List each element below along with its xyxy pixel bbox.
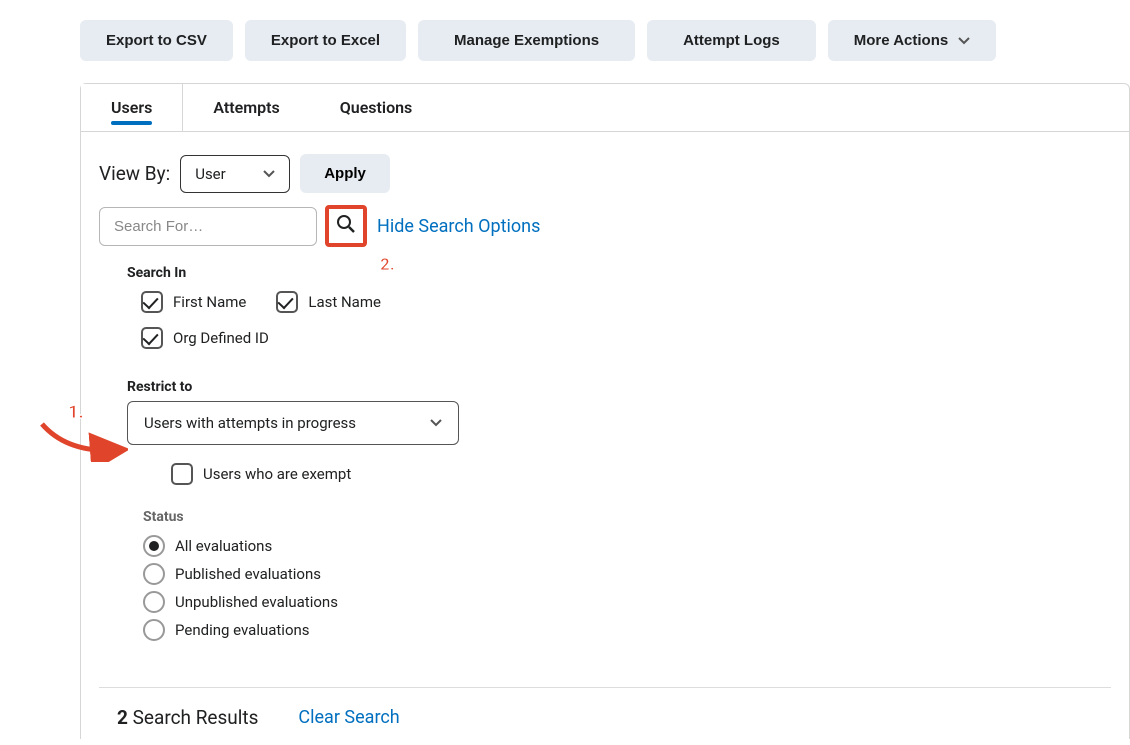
- radio-pending-label: Pending evaluations: [175, 621, 310, 639]
- results-count-label: Search Results: [133, 706, 259, 729]
- radio-published[interactable]: Published evaluations: [143, 563, 1111, 585]
- view-by-selected: User: [195, 165, 226, 183]
- check-last-name-label: Last Name: [308, 293, 381, 311]
- search-icon: [336, 214, 356, 238]
- check-first-name-label: First Name: [173, 293, 246, 311]
- search-row: Hide Search Options: [99, 205, 1111, 247]
- radio-icon: [143, 591, 165, 613]
- checkbox-icon: [171, 463, 193, 485]
- view-by-row: View By: User Apply: [99, 154, 1111, 193]
- results-count: 2 Search Results: [117, 706, 258, 729]
- annotation-2-label: 2.: [380, 255, 395, 275]
- radio-all[interactable]: All evaluations: [143, 535, 1111, 557]
- tab-attempts[interactable]: Attempts: [183, 84, 309, 131]
- exempt-row: Users who are exempt: [171, 463, 1111, 485]
- check-exempt-label: Users who are exempt: [203, 465, 351, 483]
- search-input[interactable]: [99, 207, 317, 246]
- tab-questions[interactable]: Questions: [310, 84, 443, 131]
- more-actions-button[interactable]: More Actions: [828, 20, 996, 61]
- chevron-down-icon: [430, 419, 442, 427]
- restrict-to-selected: Users with attempts in progress: [144, 414, 356, 432]
- tab-users[interactable]: Users: [81, 84, 183, 131]
- restrict-block: Restrict to Users with attempts in progr…: [127, 379, 1111, 641]
- checkbox-icon: [141, 327, 163, 349]
- radio-all-label: All evaluations: [175, 537, 272, 555]
- check-last-name[interactable]: Last Name: [276, 291, 381, 313]
- chevron-down-icon: [263, 170, 275, 178]
- search-in-checks-row1: First Name Last Name: [141, 291, 1111, 313]
- radio-published-label: Published evaluations: [175, 565, 321, 583]
- status-label: Status: [143, 509, 1111, 525]
- check-org-id[interactable]: Org Defined ID: [141, 327, 269, 349]
- radio-unpublished-label: Unpublished evaluations: [175, 593, 338, 611]
- radio-icon: [143, 619, 165, 641]
- radio-pending[interactable]: Pending evaluations: [143, 619, 1111, 641]
- checkbox-icon: [276, 291, 298, 313]
- action-toolbar: Export to CSV Export to Excel Manage Exe…: [80, 20, 1130, 61]
- manage-exemptions-button[interactable]: Manage Exemptions: [418, 20, 635, 61]
- more-actions-label: More Actions: [854, 32, 948, 49]
- search-in-label: Search In: [127, 265, 1111, 281]
- chevron-down-icon: [958, 37, 970, 45]
- radio-icon: [143, 563, 165, 585]
- tabs-container: Users Attempts Questions View By: User A…: [80, 83, 1130, 739]
- restrict-to-select[interactable]: Users with attempts in progress: [127, 401, 459, 445]
- view-by-label: View By:: [99, 162, 170, 185]
- results-bar: 2 Search Results Clear Search: [99, 687, 1111, 729]
- checkbox-icon: [141, 291, 163, 313]
- annotation-arrow-icon: [38, 420, 128, 462]
- clear-search-link[interactable]: Clear Search: [298, 707, 399, 728]
- apply-button[interactable]: Apply: [300, 154, 390, 193]
- status-block: Status All evaluations Published evaluat…: [143, 509, 1111, 641]
- tabs-body: View By: User Apply Hide Search Optio: [81, 132, 1129, 739]
- restrict-to-label: Restrict to: [127, 379, 1111, 395]
- export-excel-button[interactable]: Export to Excel: [245, 20, 406, 61]
- check-org-id-label: Org Defined ID: [173, 329, 269, 347]
- hide-search-options-link[interactable]: Hide Search Options: [377, 216, 540, 237]
- check-exempt[interactable]: Users who are exempt: [171, 463, 351, 485]
- check-first-name[interactable]: First Name: [141, 291, 246, 313]
- tabs-strip: Users Attempts Questions: [81, 84, 1129, 132]
- search-button[interactable]: [325, 205, 367, 247]
- results-count-number: 2: [117, 706, 128, 729]
- radio-unpublished[interactable]: Unpublished evaluations: [143, 591, 1111, 613]
- search-in-checks-row2: Org Defined ID: [141, 327, 1111, 349]
- attempt-logs-button[interactable]: Attempt Logs: [647, 20, 816, 61]
- export-csv-button[interactable]: Export to CSV: [80, 20, 233, 61]
- view-by-select[interactable]: User: [180, 155, 290, 193]
- radio-icon: [143, 535, 165, 557]
